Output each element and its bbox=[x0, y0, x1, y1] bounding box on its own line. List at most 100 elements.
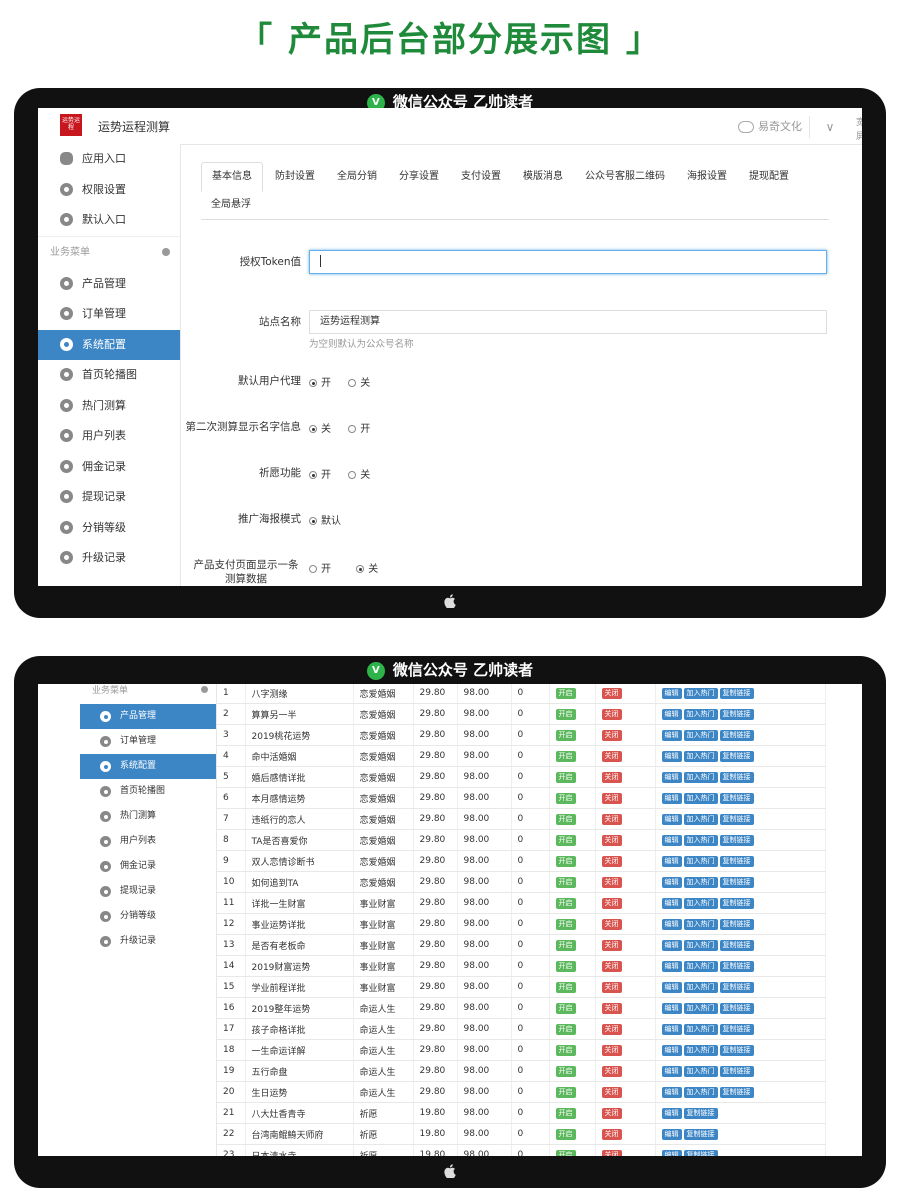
enable-button[interactable]: 开启 bbox=[555, 960, 576, 972]
add-hot-button[interactable]: 加入热门 bbox=[683, 855, 718, 867]
add-hot-button[interactable]: 加入热门 bbox=[683, 876, 718, 888]
copy-link-button[interactable]: 复制链接 bbox=[719, 750, 754, 762]
radio-option[interactable]: 关 bbox=[348, 374, 370, 389]
copy-link-button[interactable]: 复制链接 bbox=[719, 876, 754, 888]
tab-template-msg[interactable]: 模版消息 bbox=[513, 163, 573, 191]
enable-button[interactable]: 开启 bbox=[555, 1023, 576, 1035]
edit-button[interactable]: 编辑 bbox=[661, 813, 682, 825]
enable-button[interactable]: 开启 bbox=[555, 771, 576, 783]
tab-share[interactable]: 分享设置 bbox=[389, 163, 449, 191]
enable-button[interactable]: 开启 bbox=[555, 855, 576, 867]
chevron-down-icon[interactable]: ∨ bbox=[809, 116, 850, 138]
sidebar-item-withdraw[interactable]: 提现记录 bbox=[38, 482, 180, 513]
sidebar-item-system-config[interactable]: 系统配置 bbox=[38, 329, 180, 360]
add-hot-button[interactable]: 加入热门 bbox=[683, 792, 718, 804]
disable-button[interactable]: 关闭 bbox=[601, 918, 622, 930]
sidebar-item-orders[interactable]: 订单管理 bbox=[80, 729, 216, 754]
add-hot-button[interactable]: 加入热门 bbox=[683, 750, 718, 762]
edit-button[interactable]: 编辑 bbox=[661, 897, 682, 909]
edit-button[interactable]: 编辑 bbox=[661, 1128, 682, 1140]
account-menu[interactable]: 易奇文化 bbox=[738, 118, 802, 134]
add-hot-button[interactable]: 加入热门 bbox=[683, 687, 718, 699]
edit-button[interactable]: 编辑 bbox=[661, 1023, 682, 1035]
copy-link-button[interactable]: 复制链接 bbox=[719, 1044, 754, 1056]
add-hot-button[interactable]: 加入热门 bbox=[683, 918, 718, 930]
copy-link-button[interactable]: 复制链接 bbox=[719, 1023, 754, 1035]
edit-button[interactable]: 编辑 bbox=[661, 687, 682, 699]
add-hot-button[interactable]: 加入热门 bbox=[683, 1002, 718, 1014]
copy-link-button[interactable]: 复制链接 bbox=[719, 897, 754, 909]
edit-button[interactable]: 编辑 bbox=[661, 981, 682, 993]
enable-button[interactable]: 开启 bbox=[555, 792, 576, 804]
sidebar-item-levels[interactable]: 分销等级 bbox=[38, 513, 180, 544]
copy-link-button[interactable]: 复制链接 bbox=[719, 855, 754, 867]
gear-icon[interactable] bbox=[162, 247, 170, 256]
edit-button[interactable]: 编辑 bbox=[661, 960, 682, 972]
disable-button[interactable]: 关闭 bbox=[601, 750, 622, 762]
add-hot-button[interactable]: 加入热门 bbox=[683, 960, 718, 972]
disable-button[interactable]: 关闭 bbox=[601, 981, 622, 993]
gear-icon[interactable] bbox=[201, 686, 208, 693]
edit-button[interactable]: 编辑 bbox=[661, 1065, 682, 1077]
sidebar-item-app-entry[interactable]: 应用入口 bbox=[38, 144, 180, 175]
enable-button[interactable]: 开启 bbox=[555, 1128, 576, 1140]
edit-button[interactable]: 编辑 bbox=[661, 1002, 682, 1014]
disable-button[interactable]: 关闭 bbox=[601, 729, 622, 741]
edit-button[interactable]: 编辑 bbox=[661, 792, 682, 804]
enable-button[interactable]: 开启 bbox=[555, 897, 576, 909]
edit-button[interactable]: 编辑 bbox=[661, 1044, 682, 1056]
disable-button[interactable]: 关闭 bbox=[601, 1023, 622, 1035]
tab-payment[interactable]: 支付设置 bbox=[451, 163, 511, 191]
copy-link-button[interactable]: 复制链接 bbox=[719, 918, 754, 930]
copy-link-button[interactable]: 复制链接 bbox=[719, 771, 754, 783]
sidebar-item-carousel[interactable]: 首页轮播图 bbox=[80, 779, 216, 804]
tab-anti-block[interactable]: 防封设置 bbox=[265, 163, 325, 191]
add-hot-button[interactable]: 加入热门 bbox=[683, 1086, 718, 1098]
add-hot-button[interactable]: 加入热门 bbox=[683, 1023, 718, 1035]
disable-button[interactable]: 关闭 bbox=[601, 1002, 622, 1014]
tab-poster[interactable]: 海报设置 bbox=[677, 163, 737, 191]
radio-option[interactable]: 默认 bbox=[309, 512, 341, 527]
sidebar-item-levels[interactable]: 分销等级 bbox=[80, 904, 216, 929]
sidebar-item-upgrades[interactable]: 升级记录 bbox=[80, 929, 216, 954]
sidebar-item-hot[interactable]: 热门测算 bbox=[38, 391, 180, 422]
enable-button[interactable]: 开启 bbox=[555, 687, 576, 699]
copy-link-button[interactable]: 复制链接 bbox=[719, 792, 754, 804]
disable-button[interactable]: 关闭 bbox=[601, 1128, 622, 1140]
disable-button[interactable]: 关闭 bbox=[601, 960, 622, 972]
enable-button[interactable]: 开启 bbox=[555, 834, 576, 846]
radio-option[interactable]: 关 bbox=[309, 420, 331, 435]
enable-button[interactable]: 开启 bbox=[555, 918, 576, 930]
copy-link-button[interactable]: 复制链接 bbox=[719, 939, 754, 951]
edit-button[interactable]: 编辑 bbox=[661, 876, 682, 888]
radio-option[interactable]: 关 bbox=[348, 466, 370, 481]
sidebar-item-products[interactable]: 产品管理 bbox=[38, 269, 180, 300]
enable-button[interactable]: 开启 bbox=[555, 813, 576, 825]
enable-button[interactable]: 开启 bbox=[555, 981, 576, 993]
add-hot-button[interactable]: 加入热门 bbox=[683, 771, 718, 783]
enable-button[interactable]: 开启 bbox=[555, 1086, 576, 1098]
disable-button[interactable]: 关闭 bbox=[601, 1149, 622, 1156]
edit-button[interactable]: 编辑 bbox=[661, 918, 682, 930]
disable-button[interactable]: 关闭 bbox=[601, 1107, 622, 1119]
tab-basic-info[interactable]: 基本信息 bbox=[201, 162, 263, 192]
sidebar-item-products[interactable]: 产品管理 bbox=[80, 704, 216, 729]
edit-button[interactable]: 编辑 bbox=[661, 834, 682, 846]
disable-button[interactable]: 关闭 bbox=[601, 708, 622, 720]
disable-button[interactable]: 关闭 bbox=[601, 1086, 622, 1098]
enable-button[interactable]: 开启 bbox=[555, 1002, 576, 1014]
copy-link-button[interactable]: 复制链接 bbox=[719, 834, 754, 846]
copy-link-button[interactable]: 复制链接 bbox=[719, 1065, 754, 1077]
enable-button[interactable]: 开启 bbox=[555, 1044, 576, 1056]
add-hot-button[interactable]: 加入热门 bbox=[683, 981, 718, 993]
add-hot-button[interactable]: 加入热门 bbox=[683, 1065, 718, 1077]
copy-link-button[interactable]: 复制链接 bbox=[719, 981, 754, 993]
copy-link-button[interactable]: 复制链接 bbox=[719, 708, 754, 720]
add-hot-button[interactable]: 加入热门 bbox=[683, 1044, 718, 1056]
add-hot-button[interactable]: 加入热门 bbox=[683, 729, 718, 741]
sidebar-item-hot[interactable]: 热门测算 bbox=[80, 804, 216, 829]
copy-link-button[interactable]: 复制链接 bbox=[719, 687, 754, 699]
add-hot-button[interactable]: 加入热门 bbox=[683, 834, 718, 846]
disable-button[interactable]: 关闭 bbox=[601, 813, 622, 825]
sidebar-item-permissions[interactable]: 权限设置 bbox=[38, 175, 180, 206]
